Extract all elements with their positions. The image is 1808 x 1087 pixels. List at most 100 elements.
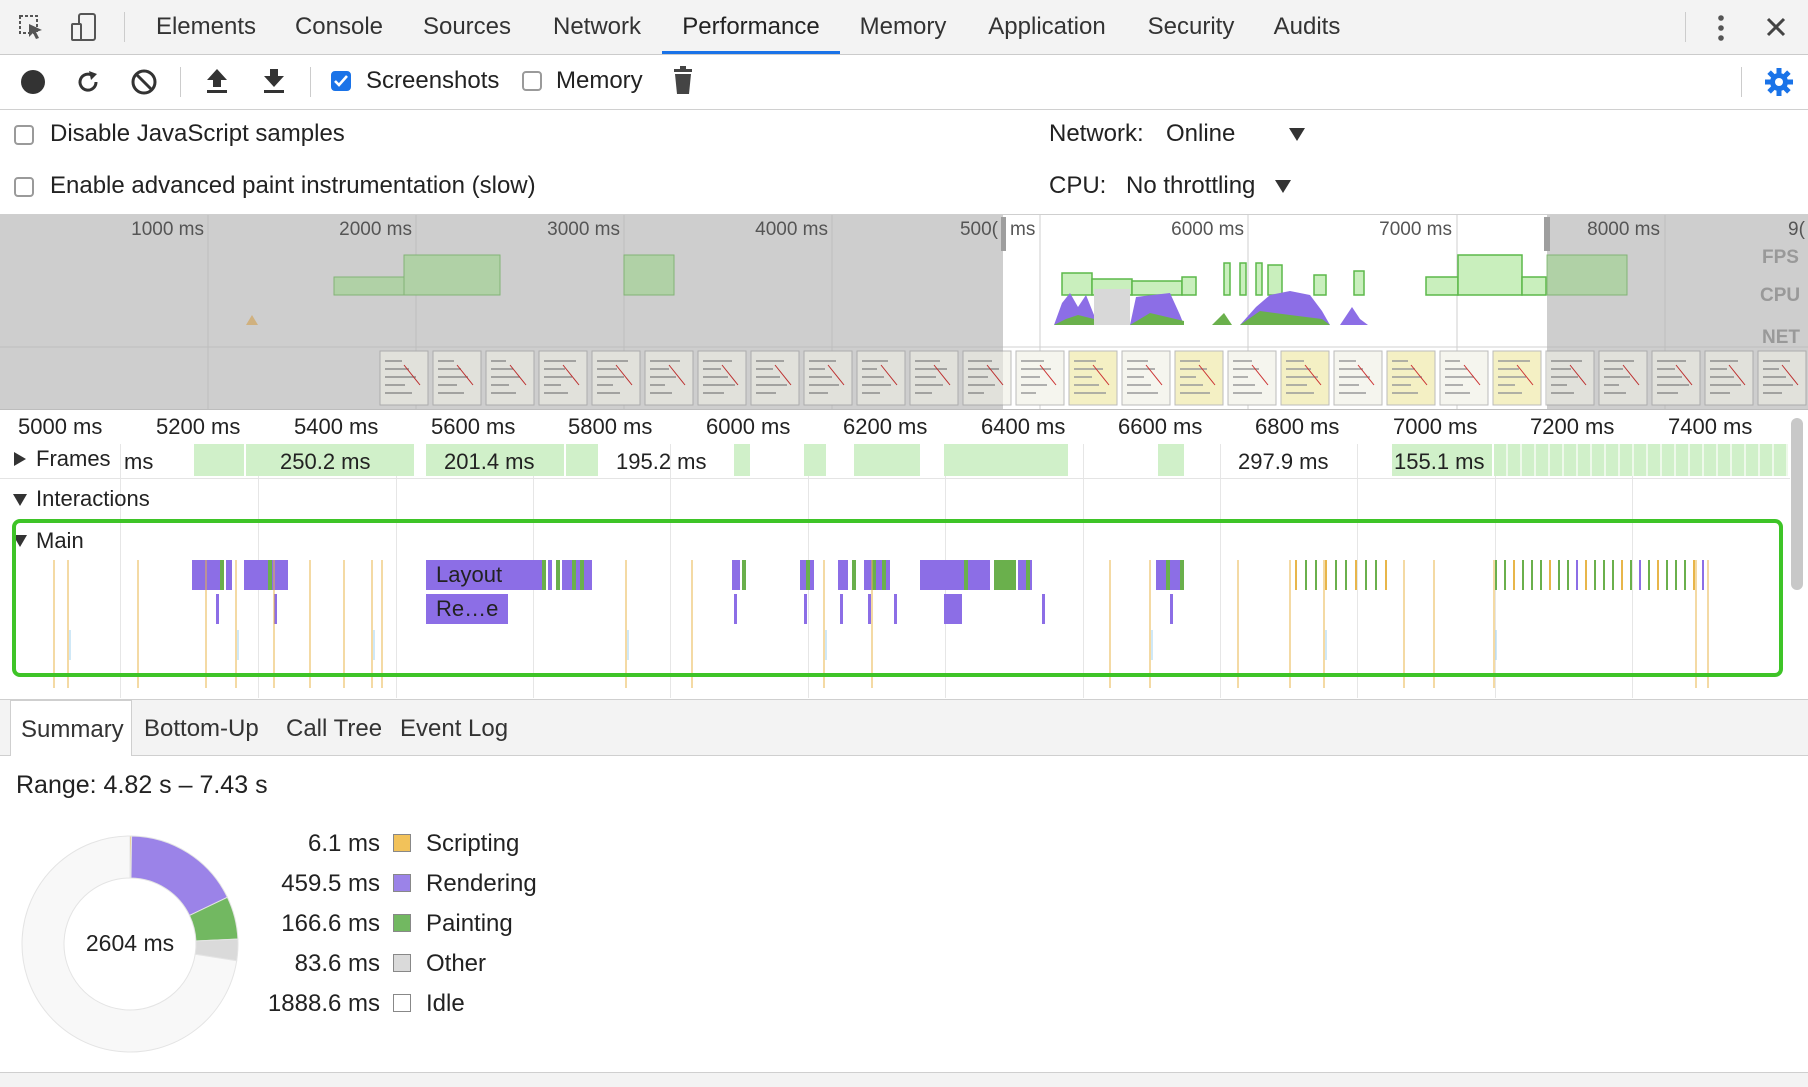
tab-event-log[interactable]: Event Log — [400, 700, 508, 755]
legend-value: 83.6 ms — [294, 950, 380, 977]
tab-summary[interactable]: Summary — [10, 700, 132, 756]
ruler-tick: 6200 ms — [843, 414, 928, 439]
scripting-swatch — [393, 834, 411, 852]
tab-call-tree[interactable]: Call Tree — [286, 700, 382, 755]
tab-console[interactable]: Console — [282, 0, 396, 54]
tab-application[interactable]: Application — [980, 0, 1114, 54]
screenshot-thumbnail[interactable] — [1439, 350, 1489, 406]
frame-block[interactable] — [1494, 444, 1788, 476]
frame-block[interactable] — [566, 444, 598, 476]
separator — [180, 67, 181, 97]
rendering-swatch — [393, 874, 411, 892]
details-tab-bar: Summary Bottom-Up Call Tree Event Log — [0, 699, 1808, 756]
overview-tick: 6000 ms — [1171, 219, 1244, 240]
network-throttle-select[interactable]: Online — [1166, 120, 1235, 148]
frame-block[interactable] — [194, 444, 244, 476]
screenshot-thumbnail[interactable] — [1280, 350, 1330, 406]
chevron-down-icon[interactable] — [1275, 180, 1291, 194]
legend-name: Rendering — [426, 870, 537, 897]
ruler-tick: 7000 ms — [1393, 414, 1478, 439]
frame-block[interactable] — [804, 444, 826, 476]
legend-value: 166.6 ms — [281, 910, 380, 937]
separator — [124, 12, 125, 42]
frames-track[interactable]: Frames ms 250.2 ms 201.4 ms 195.2 ms 297… — [0, 444, 1790, 479]
screenshot-thumbnail[interactable] — [1068, 350, 1118, 406]
legend-name: Idle — [426, 990, 465, 1017]
screenshot-thumbnail[interactable] — [1333, 350, 1383, 406]
tab-elements[interactable]: Elements — [144, 0, 268, 54]
ruler-tick: 6600 ms — [1118, 414, 1203, 439]
frame-block[interactable] — [854, 444, 920, 476]
screenshot-thumbnail[interactable] — [1227, 350, 1277, 406]
screenshot-thumbnail[interactable] — [1386, 350, 1436, 406]
memory-label[interactable]: Memory — [556, 67, 643, 95]
expand-triangle-icon[interactable] — [14, 452, 26, 466]
tab-sources[interactable]: Sources — [412, 0, 522, 54]
disable-js-samples-label[interactable]: Disable JavaScript samples — [50, 120, 345, 148]
tab-memory[interactable]: Memory — [852, 0, 954, 54]
tab-performance[interactable]: Performance — [662, 0, 840, 54]
overview-tick: 9( — [1788, 219, 1805, 240]
tab-bottom-up[interactable]: Bottom-Up — [144, 700, 259, 755]
screenshots-label[interactable]: Screenshots — [366, 67, 499, 95]
ruler-tick: 5000 ms — [18, 414, 103, 439]
ruler-tick: 5600 ms — [431, 414, 516, 439]
rendering-slice — [130, 835, 229, 917]
tab-network[interactable]: Network — [540, 0, 654, 54]
device-toolbar-icon[interactable] — [70, 12, 98, 42]
screenshot-thumbnail[interactable] — [1121, 350, 1171, 406]
legend-name: Scripting — [426, 830, 520, 857]
save-profile-icon[interactable] — [261, 67, 287, 95]
frame-block[interactable] — [734, 444, 750, 476]
ruler-tick: 5200 ms — [156, 414, 241, 439]
tab-security[interactable]: Security — [1138, 0, 1244, 54]
overview-tick: ms — [1010, 219, 1036, 240]
disable-js-samples-checkbox[interactable] — [14, 125, 34, 145]
frame-block[interactable] — [1158, 444, 1184, 476]
screenshots-checkbox[interactable] — [331, 71, 351, 91]
ruler-tick: 7400 ms — [1668, 414, 1753, 439]
summary-range: Range: 4.82 s – 7.43 s — [16, 771, 268, 799]
interactions-track-title: Interactions — [36, 486, 150, 511]
devtools-tab-bar: Elements Console Sources Network Perform… — [0, 0, 1808, 55]
load-profile-icon[interactable] — [204, 67, 230, 95]
timeline-overview[interactable]: 1000 ms 2000 ms 3000 ms 4000 ms 500( ms … — [0, 215, 1808, 410]
advanced-paint-checkbox[interactable] — [14, 177, 34, 197]
inspect-element-icon[interactable] — [18, 14, 44, 40]
more-options-icon[interactable] — [1716, 14, 1726, 42]
clear-icon[interactable] — [130, 68, 158, 96]
separator — [310, 67, 311, 97]
reload-profile-icon[interactable] — [74, 68, 102, 96]
network-throttle-label: Network: — [1049, 120, 1144, 147]
close-icon[interactable] — [1765, 16, 1787, 38]
overview-tick: 500( — [959, 219, 998, 240]
frame-duration: 195.2 ms — [616, 449, 707, 474]
advanced-paint-label[interactable]: Enable advanced paint instrumentation (s… — [50, 172, 536, 200]
chevron-down-icon[interactable] — [1289, 128, 1305, 142]
frame-duration: 297.9 ms — [1238, 449, 1329, 474]
active-tab-underline — [662, 51, 840, 54]
legend-value: 6.1 ms — [307, 830, 380, 857]
tab-audits[interactable]: Audits — [1266, 0, 1348, 54]
collapse-triangle-icon[interactable] — [13, 494, 27, 506]
overview-tick: 2000 ms — [339, 219, 412, 240]
record-icon[interactable] — [20, 69, 46, 95]
memory-checkbox[interactable] — [522, 71, 542, 91]
frames-track-title: Frames — [36, 446, 111, 471]
screenshot-thumbnail[interactable] — [1174, 350, 1224, 406]
legend-name: Other — [426, 950, 487, 977]
legend-value: 1888.6 ms — [267, 990, 380, 1017]
net-label: NET — [1762, 327, 1800, 348]
screenshot-thumbnail[interactable] — [1492, 350, 1542, 406]
screenshot-thumbnail[interactable] — [1015, 350, 1065, 406]
garbage-collect-icon[interactable] — [672, 66, 694, 96]
flamechart-scrollbar[interactable] — [1791, 418, 1803, 590]
settings-gear-icon[interactable] — [1764, 67, 1794, 97]
ruler-tick: 7200 ms — [1530, 414, 1615, 439]
frame-block[interactable] — [944, 444, 1068, 476]
cpu-throttle-select[interactable]: No throttling — [1126, 172, 1255, 200]
legend-name: Painting — [426, 910, 513, 937]
bottom-status-bar — [0, 1072, 1808, 1087]
time-ruler: 5000 ms 5200 ms 5400 ms 5600 ms 5800 ms … — [0, 410, 1808, 444]
interactions-track[interactable]: Interactions — [0, 480, 1790, 516]
